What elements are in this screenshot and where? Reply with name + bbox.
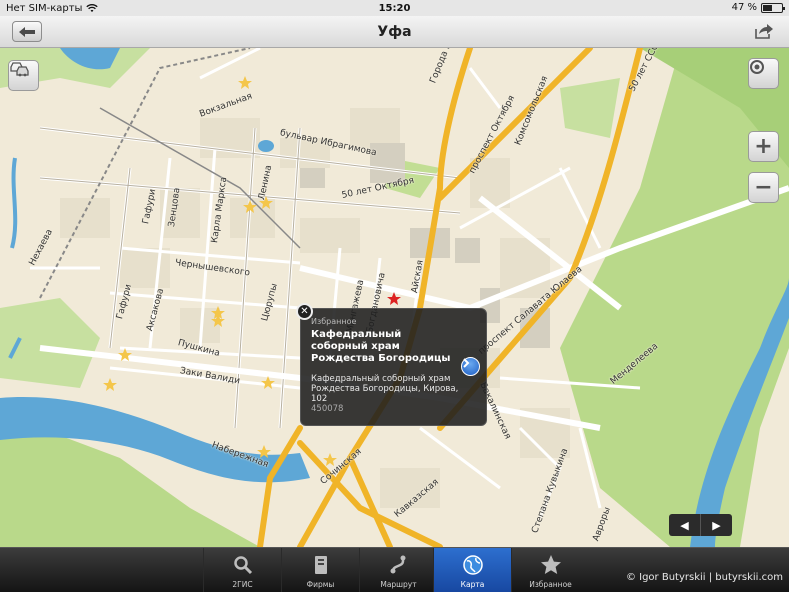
search-icon bbox=[233, 556, 252, 575]
share-button[interactable] bbox=[753, 22, 775, 40]
zoom-in-button[interactable]: + bbox=[748, 131, 779, 162]
back-button[interactable] bbox=[12, 21, 42, 42]
back-arrow-icon bbox=[19, 26, 35, 37]
traffic-button[interactable] bbox=[8, 60, 39, 91]
app-window: { "status_bar": { "carrier": "Нет SIM-ка… bbox=[0, 0, 789, 592]
popup-close-button[interactable]: ✕ bbox=[296, 303, 313, 320]
tab-label-firms: Фирмы bbox=[306, 580, 335, 589]
popup-zip: 450078 bbox=[311, 404, 344, 414]
tab-map[interactable]: Карта bbox=[433, 548, 511, 592]
tab-route[interactable]: Маршрут bbox=[359, 548, 437, 592]
tab-firms[interactable]: Фирмы bbox=[281, 548, 359, 592]
tab-2gis[interactable]: 2ГИС bbox=[203, 548, 281, 592]
place-popup[interactable]: ✕ Избранное Кафедральный соборный храм Р… bbox=[296, 303, 487, 426]
map-canvas[interactable] bbox=[0, 48, 789, 547]
battery-icon bbox=[761, 2, 785, 13]
close-icon: ✕ bbox=[300, 306, 309, 317]
globe-icon bbox=[462, 555, 483, 575]
result-pager: ◀ ▶ bbox=[669, 514, 732, 536]
copyright-watermark: © Igor Butyrskii | butyrskii.com bbox=[625, 572, 783, 583]
zoom-out-button[interactable]: − bbox=[748, 172, 779, 203]
battery-info: 47 % bbox=[731, 2, 785, 13]
book-icon bbox=[314, 556, 327, 574]
chevron-right-icon bbox=[463, 358, 470, 368]
tab-label-map: Карта bbox=[460, 580, 485, 589]
locate-icon bbox=[750, 60, 764, 74]
locate-button[interactable] bbox=[748, 58, 779, 89]
tab-label-2gis: 2ГИС bbox=[232, 580, 253, 589]
clock: 15:20 bbox=[378, 2, 411, 14]
battery-percent: 47 % bbox=[731, 2, 757, 13]
page-title: Уфа bbox=[377, 23, 412, 40]
share-icon bbox=[755, 24, 773, 39]
tab-label-favorites: Избранное bbox=[529, 580, 572, 589]
popup-place-name: Кафедральный соборный храм Рождества Бог… bbox=[311, 329, 451, 364]
star-icon bbox=[540, 555, 561, 574]
tab-label-route: Маршрут bbox=[380, 580, 417, 589]
pager-next-button[interactable]: ▶ bbox=[701, 514, 732, 536]
tab-bar: 2ГИС Фирмы Маршрут Карта Избранное bbox=[0, 547, 789, 592]
navigation-bar: Уфа bbox=[0, 16, 789, 48]
popup-category: Избранное bbox=[311, 317, 357, 326]
status-bar: Нет SIM-карты 15:20 47 % bbox=[0, 0, 789, 16]
popup-details-button[interactable] bbox=[461, 357, 480, 376]
popup-address: Кафедральный соборный храм Рождества Бог… bbox=[311, 374, 459, 404]
pager-prev-button[interactable]: ◀ bbox=[669, 514, 701, 536]
traffic-cars-icon bbox=[10, 62, 29, 77]
tab-favorites[interactable]: Избранное bbox=[511, 548, 589, 592]
route-icon bbox=[390, 555, 405, 574]
map-view[interactable]: Города Галле проспект Октября Комсомольс… bbox=[0, 48, 789, 547]
